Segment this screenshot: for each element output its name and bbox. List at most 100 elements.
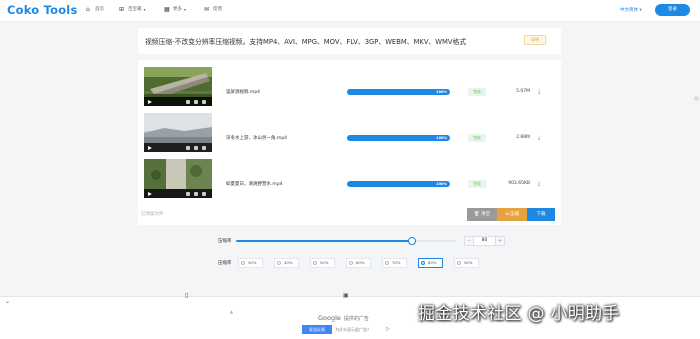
radio-icon[interactable]: [277, 261, 281, 265]
video-thumbnail[interactable]: [144, 67, 212, 106]
nav-item-home[interactable]: ⌂ 首页: [86, 6, 104, 12]
info-icon[interactable]: ▷: [386, 326, 390, 332]
clear-button[interactable]: 🗑 清空: [467, 208, 497, 221]
radio-icon[interactable]: [349, 261, 353, 265]
nav-label: 百宝箱: [128, 7, 142, 12]
radio-icon[interactable]: [313, 261, 317, 265]
compress-ratio-stepper[interactable]: − 80 +: [464, 236, 505, 246]
chevron-down-icon: ▾: [143, 6, 146, 12]
video-controls: [144, 97, 212, 106]
preset-option[interactable]: 70%: [382, 258, 407, 268]
download-icon[interactable]: ⤓: [538, 135, 540, 141]
preset-label: 压缩率: [218, 261, 232, 266]
file-row: 深冬水上游，冰山另一角.mp4 100% 完成 2.88M ⤓: [138, 113, 561, 159]
compress-button[interactable]: ⇲ 压缩: [497, 208, 527, 221]
intro-card: 视频压缩-不改变分辨率压缩视频。支持MP4、AVI、MPG、MOV、FLV、3G…: [138, 28, 561, 54]
preset-option[interactable]: 50%: [310, 258, 335, 268]
play-icon[interactable]: [148, 146, 152, 150]
fullscreen-icon[interactable]: [194, 100, 198, 104]
file-size: 5.07M: [516, 89, 530, 94]
file-size: 903.65KB: [508, 181, 530, 186]
compress-ratio-slider[interactable]: [236, 237, 456, 245]
chevron-down-icon: ▾: [184, 6, 187, 12]
fullscreen-icon[interactable]: [194, 146, 198, 150]
nav-item-toolbox[interactable]: ⊞ 百宝箱 ▾: [119, 6, 146, 12]
scrollbar-thumb[interactable]: [694, 96, 699, 101]
briefcase-icon[interactable]: ▣: [343, 292, 349, 299]
radio-icon[interactable]: [421, 261, 425, 265]
preset-option-label: 30%: [248, 260, 257, 265]
login-button[interactable]: 登录: [655, 4, 690, 16]
toolbox-icon: ⊞: [119, 5, 125, 13]
preset-option[interactable]: 60%: [346, 258, 371, 268]
play-icon[interactable]: [148, 192, 152, 196]
volume-icon[interactable]: [186, 192, 190, 196]
why-this-ad-link[interactable]: 为什么显示此广告？: [335, 327, 371, 333]
fullscreen-icon[interactable]: [194, 192, 198, 196]
preset-option-label: 60%: [356, 260, 365, 265]
increment-button[interactable]: +: [495, 237, 504, 245]
download-icon[interactable]: ⤓: [538, 89, 540, 95]
send-feedback-button[interactable]: 发送反馈: [302, 325, 332, 334]
preset-option-label: 80%: [428, 260, 437, 265]
file-name: 竖屏源视频.mp4: [226, 90, 261, 95]
ad-marker: ▲: [230, 309, 234, 314]
compress-ratio-row: 压缩率 − 80 +: [218, 236, 508, 246]
file-count-label: 已添加文件: [141, 212, 164, 217]
volume-icon[interactable]: [186, 146, 190, 150]
nav-item-more[interactable]: ▦ 更多 ▾: [164, 6, 186, 12]
progress-bar: 100%: [347, 135, 450, 141]
intro-text: 视频压缩-不改变分辨率压缩视频。支持MP4、AVI、MPG、MOV、FLV、3G…: [145, 38, 467, 46]
slider-handle[interactable]: [408, 237, 416, 245]
chevron-down-icon[interactable]: ⌄: [5, 298, 10, 305]
nav-item-feedback[interactable]: ✉ 反馈: [204, 6, 222, 12]
decrement-button[interactable]: −: [465, 237, 474, 245]
more-icon[interactable]: [202, 100, 206, 104]
nav-label: 反馈: [213, 7, 222, 12]
video-thumbnail[interactable]: [144, 113, 212, 152]
more-icon[interactable]: [202, 146, 206, 150]
document-icon[interactable]: ▯: [185, 292, 188, 299]
progress-label: 100%: [436, 136, 447, 140]
language-select[interactable]: 中文简体 ▾: [620, 7, 642, 13]
radio-icon[interactable]: [241, 261, 245, 265]
ad-provider-text: 提供的广告: [343, 316, 369, 322]
file-name: 如夏夏日，清爽野营水.mp4: [226, 182, 283, 187]
google-text: Google: [318, 314, 341, 322]
compress-label: 压缩: [510, 212, 520, 217]
nav-label: 首页: [95, 7, 104, 12]
home-icon: ⌂: [86, 5, 90, 13]
video-controls: [144, 189, 212, 198]
radio-icon[interactable]: [385, 261, 389, 265]
preset-option[interactable]: 80%: [418, 258, 443, 268]
preset-option-label: 70%: [392, 260, 401, 265]
file-row: 竖屏源视频.mp4 100% 完成 5.07M ⤓: [138, 67, 561, 113]
clear-label: 清空: [481, 212, 491, 217]
download-all-button[interactable]: 下载: [527, 208, 555, 221]
grid-icon: ▦: [164, 5, 170, 13]
trash-icon: 🗑: [473, 212, 482, 217]
preset-option-label: 40%: [284, 260, 293, 265]
google-ad-label: Google 提供的广告: [318, 314, 369, 322]
file-size: 2.88M: [516, 135, 530, 140]
play-icon[interactable]: [148, 100, 152, 104]
progress-label: 100%: [436, 90, 447, 94]
video-thumbnail[interactable]: [144, 159, 212, 198]
download-icon[interactable]: ⤓: [538, 181, 540, 187]
help-badge[interactable]: 说明: [524, 35, 546, 45]
compress-ratio-value[interactable]: 80: [474, 237, 495, 245]
preset-option[interactable]: 30%: [238, 258, 263, 268]
more-icon[interactable]: [202, 192, 206, 196]
nav-label: 更多: [173, 7, 182, 12]
volume-icon[interactable]: [186, 100, 190, 104]
status-badge: 完成: [468, 88, 486, 96]
progress-label: 100%: [436, 182, 447, 186]
file-name: 深冬水上游，冰山另一角.mp4: [226, 136, 288, 141]
preset-option[interactable]: 40%: [274, 258, 299, 268]
app-logo[interactable]: Coko Tools: [7, 3, 78, 17]
radio-icon[interactable]: [457, 261, 461, 265]
file-row: 如夏夏日，清爽野营水.mp4 100% 完成 903.65KB ⤓: [138, 159, 561, 205]
preset-option[interactable]: 90%: [454, 258, 479, 268]
compress-ratio-label: 压缩率: [218, 239, 232, 244]
top-bar: Coko Tools ⌂ 首页 ⊞ 百宝箱 ▾ ▦ 更多 ▾ ✉ 反馈 中文简体…: [0, 0, 700, 22]
